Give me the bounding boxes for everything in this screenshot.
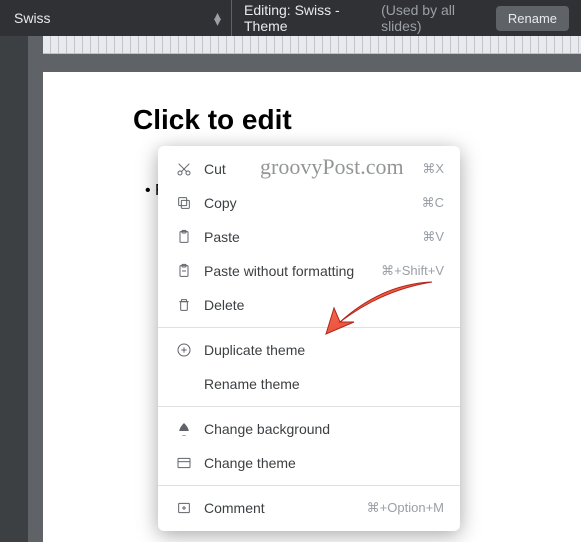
sidebar: THEME Click to edit theme title style Fi… (0, 36, 29, 542)
menu-rename-theme[interactable]: Rename theme (158, 367, 460, 401)
slide-title[interactable]: Click to edit (73, 96, 581, 148)
background-icon (172, 421, 196, 437)
paste-plain-icon (172, 263, 196, 279)
delete-icon (172, 297, 196, 313)
menu-change-theme[interactable]: Change theme (158, 446, 460, 480)
menu-cut[interactable]: Cut ⌘X (158, 152, 460, 186)
theme-name: Swiss (14, 10, 51, 26)
menu-separator (158, 485, 460, 486)
ruler[interactable] (43, 36, 581, 54)
menu-duplicate-theme[interactable]: Duplicate theme (158, 333, 460, 367)
menu-copy[interactable]: Copy ⌘C (158, 186, 460, 220)
duplicate-icon (172, 342, 196, 358)
topbar: Swiss ▴▾ Editing: Swiss - Theme (Used by… (0, 0, 581, 36)
dropdown-sort-icon: ▴▾ (214, 12, 221, 24)
menu-delete[interactable]: Delete (158, 288, 460, 322)
context-menu: Cut ⌘X Copy ⌘C Paste ⌘V Paste without fo… (158, 146, 460, 531)
topbar-right: Editing: Swiss - Theme (Used by all slid… (232, 0, 581, 36)
menu-paste-without-formatting[interactable]: Paste without formatting ⌘+Shift+V (158, 254, 460, 288)
theme-icon (172, 455, 196, 471)
used-by-label: (Used by all slides) (381, 2, 488, 34)
comment-icon (172, 500, 196, 516)
cut-icon (172, 161, 196, 177)
menu-separator (158, 406, 460, 407)
theme-dropdown[interactable]: Swiss ▴▾ (0, 0, 232, 36)
rename-button[interactable]: Rename (496, 6, 569, 31)
copy-icon (172, 195, 196, 211)
menu-paste[interactable]: Paste ⌘V (158, 220, 460, 254)
menu-comment[interactable]: Comment ⌘+Option+M (158, 491, 460, 525)
menu-change-background[interactable]: Change background (158, 412, 460, 446)
menu-separator (158, 327, 460, 328)
paste-icon (172, 229, 196, 245)
editing-label: Editing: Swiss - Theme (244, 2, 373, 34)
